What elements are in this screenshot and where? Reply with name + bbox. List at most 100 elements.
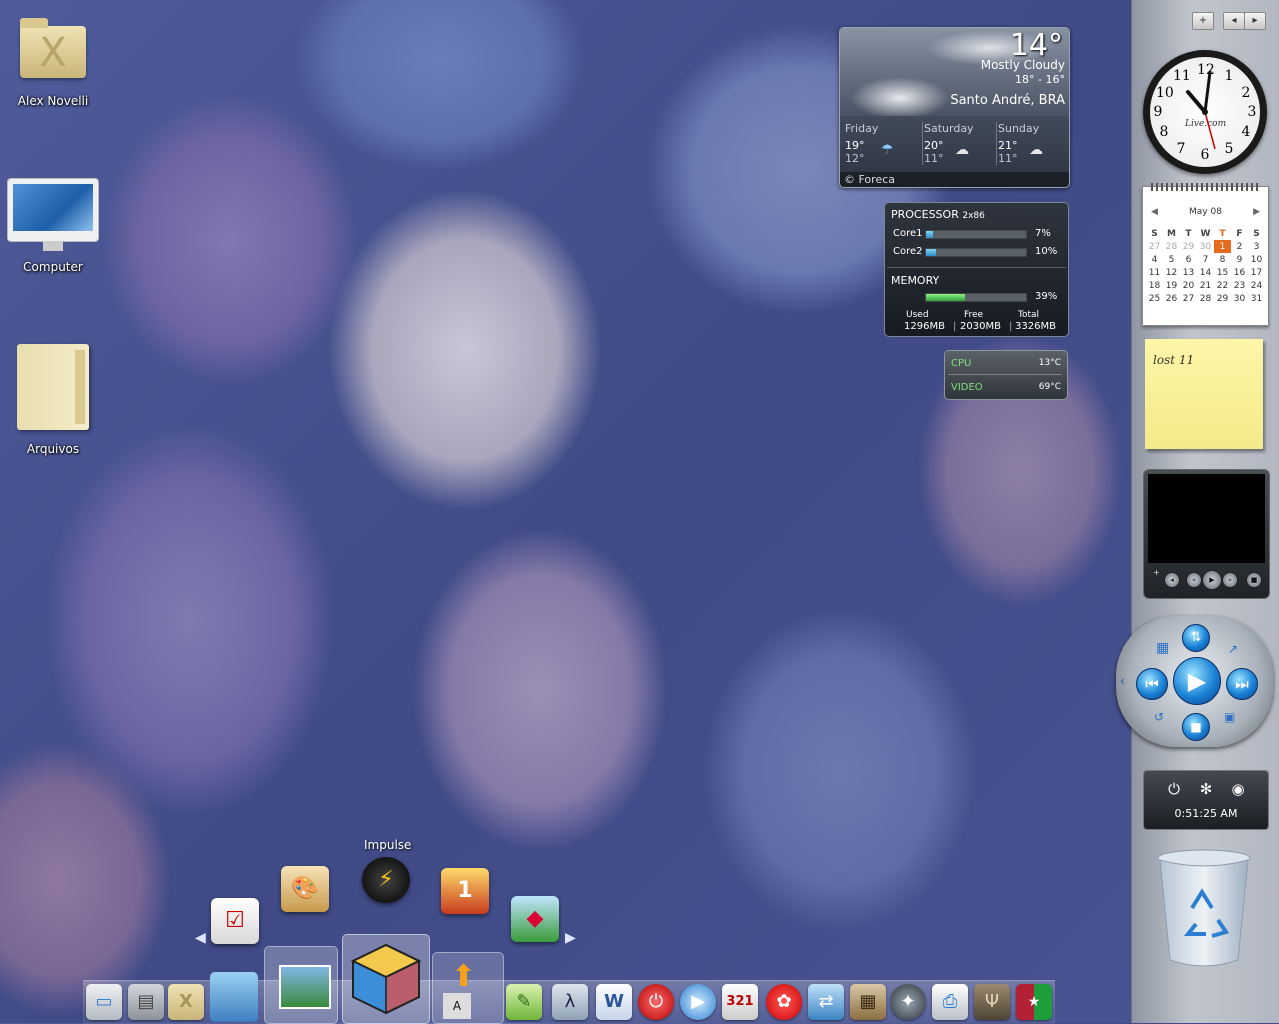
play-pause-button[interactable]: ▶ [1173,657,1221,705]
dock-adobe-icon[interactable]: ⬆ A [432,952,504,1024]
library-icon[interactable]: ▣ [1224,710,1235,724]
core2-value: 10% [1035,246,1058,257]
desktop-icon-label: Computer [23,260,83,274]
standby-icon[interactable]: ◉ [1228,779,1248,799]
weather-condition: Mostly Cloudy [980,58,1065,72]
memory-used-label: Used [906,310,929,320]
desktop-icon-label: Alex Novelli [17,94,89,108]
fan-number-one-icon[interactable]: 1 [441,868,489,914]
rewind-button[interactable]: « [1186,572,1202,588]
forecast-day: Sunday 21° 11° ☁ [996,122,1069,165]
fan-impulse-icon[interactable]: ⚡ [362,857,410,903]
dock-printer-icon[interactable]: ⎙ [932,984,968,1020]
clock-hands [1186,70,1216,150]
memory-used: 1296MB [904,321,945,332]
desktop-icon-label: Arquivos [26,442,80,456]
shuffle-button[interactable]: ⇅ [1182,624,1210,652]
dock-menorah-icon[interactable]: Ψ [974,984,1010,1020]
weather-range: 18° - 16° [1015,73,1065,86]
memory-bar [925,293,1027,302]
desktop-icon-arquivos[interactable]: Arquivos [3,344,103,456]
dock-3d-box-icon[interactable] [342,934,430,1024]
calendar-today: 1 [1214,240,1231,253]
shutdown-gadget[interactable]: ⏻ ✻ ◉ 0:51:25 AM [1143,770,1269,830]
cloud-icon: ☁ [955,142,969,158]
mute-button[interactable]: ◂ [1164,572,1180,588]
dock-computer-icon[interactable]: ▭ [86,984,122,1020]
dock-drive-icon[interactable]: ▤ [128,984,164,1020]
core1-bar [925,230,1027,239]
stop-button[interactable]: ■ [1246,572,1262,588]
windows-logo-icon[interactable]: ▦ [1156,640,1169,656]
memory-title: MEMORY [891,274,940,287]
forecast-day: Saturday 20° 11° ☁ [922,122,998,165]
repeat-icon[interactable]: ↺ [1154,710,1164,724]
dock-edit-icon[interactable]: ✎ [506,984,542,1020]
core2-bar [925,248,1027,257]
dock-lambda-icon[interactable]: λ [552,984,588,1020]
next-track-button[interactable]: ⏭ [1226,668,1258,700]
fan-left-arrow-icon[interactable]: ◀ [195,930,206,946]
dock-folder-icon[interactable]: X [168,984,204,1020]
previous-track-button[interactable]: ⏮ [1136,668,1168,700]
fan-paint-icon[interactable]: 🎨 [281,866,329,912]
calendar-grid: SMTWTFS 27 28 29 30 1 2 3 4 5 6 7 8 9 10 11 12 13 14 15 1… [1148,228,1263,304]
dock-media-play-icon[interactable]: ▶ [680,984,716,1020]
play-button[interactable]: ▶ [1202,570,1222,590]
dock-flags-icon[interactable]: ★ [1016,984,1052,1020]
restart-icon[interactable]: ✻ [1196,779,1216,799]
add-gadget-button[interactable]: + [1192,12,1214,30]
fan-right-arrow-icon[interactable]: ▶ [565,930,576,946]
memory-free: 2030MB [960,321,1001,332]
collapse-icon[interactable]: ‹ [1120,674,1125,688]
dock-pictures-stack-icon[interactable] [264,946,338,1024]
cloud-icon: ☁ [1029,142,1043,158]
video-screen [1148,474,1265,563]
media-player-gadget[interactable]: + ◂ « ▶ » ■ [1143,469,1270,599]
volume-icon[interactable]: + [1153,568,1160,577]
expand-icon[interactable]: ↗ [1228,642,1238,656]
dock-network-icon[interactable]: ⇄ [808,984,844,1020]
power-icon[interactable]: ⏻ [1164,779,1184,799]
next-page-button[interactable]: ▸ [1244,12,1266,30]
core2-label: Core2 [893,246,923,257]
sticky-note[interactable]: lost 11 [1145,339,1263,449]
weather-credit: © Foreca [840,172,1069,187]
temperature-gadget[interactable]: CPU 13°C VIDEO 69°C [944,350,1068,400]
uptime-clock: 0:51:25 AM [1174,807,1238,820]
weather-gadget[interactable]: 14° Mostly Cloudy 18° - 16° Santo André,… [839,27,1070,188]
calendar-gadget[interactable]: ◀ May 08 ▶ SMTWTFS 27 28 29 30 1 2 3 4 5 6 7 8 9 10 … [1142,183,1269,326]
dock-mushroom-icon[interactable]: ✿ [766,984,802,1020]
clock-gadget[interactable]: 12 1 2 3 4 5 6 7 8 9 10 11 Live.com [1143,50,1267,174]
previous-page-button[interactable]: ◂ [1223,12,1245,30]
trash-icon [1157,849,1251,967]
fan-office-icon[interactable]: ☑ [211,898,259,944]
recycle-bin-icon[interactable] [1156,848,1252,970]
desktop-icon-computer[interactable]: Computer [3,178,103,274]
desktop-icon-user-folder[interactable]: X Alex Novelli [3,18,103,108]
documents-folder-icon [17,344,89,430]
forward-button[interactable]: » [1222,572,1238,588]
folder-icon: X [20,18,86,78]
dock-countdown-icon[interactable]: 321 [722,984,758,1020]
dock-box-icon[interactable]: ▦ [850,984,886,1020]
memory-total: 3326MB [1015,321,1056,332]
dock-compass-icon[interactable]: ✦ [890,984,926,1020]
core1-value: 7% [1035,228,1051,239]
rain-icon: ☂ [881,142,894,158]
stop-wmp-button[interactable]: ■ [1182,713,1210,741]
weather-city: Santo André, BRA [950,93,1065,108]
dock-power-app-icon[interactable]: ⏻ [638,984,674,1020]
dock-photo-editor-icon[interactable] [210,972,258,1022]
dock-word-icon[interactable]: W [596,984,632,1020]
cpu-temp-row: CPU 13°C [951,358,1061,369]
calendar-next-icon[interactable]: ▶ [1253,207,1260,217]
fan-3d-shapes-icon[interactable]: ◆ [511,896,559,942]
clock-face: 12 1 2 3 4 5 6 7 8 9 10 11 Live.com [1150,57,1260,167]
cpu-meter-gadget[interactable]: PROCESSOR 2x86 Core1 7% Core2 10% MEMORY… [884,202,1069,337]
wmp-controller[interactable]: ‹ ▦ ⇅ ↗ ⏮ ▶ ⏭ ↺ ■ ▣ [1116,616,1273,747]
video-temp-row: VIDEO 69°C [951,382,1061,393]
memory-total-label: Total [1018,310,1040,320]
fan-item-label: Impulse [364,838,412,852]
core1-label: Core1 [893,228,923,239]
